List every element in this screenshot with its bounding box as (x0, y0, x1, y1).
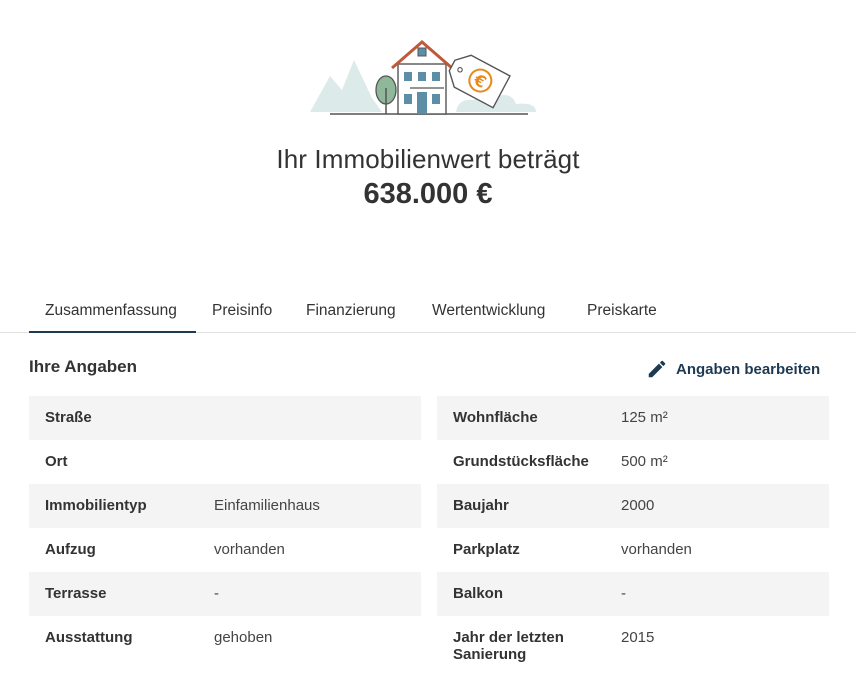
hill-shape (310, 60, 382, 112)
tab-wertentwicklung[interactable]: Wertentwicklung (432, 288, 545, 333)
valuation-title: Ihr Immobilienwert beträgt (276, 144, 580, 174)
detail-label: Baujahr (453, 497, 509, 514)
table-row: Immobilientyp Einfamilienhaus (29, 484, 421, 528)
detail-value: vorhanden (621, 541, 692, 558)
table-row: Baujahr 2000 (437, 484, 829, 528)
house-illustration: € (310, 40, 536, 115)
detail-label: Terrasse (45, 585, 107, 602)
detail-label: Ort (45, 453, 68, 470)
detail-value: 125 m² (621, 409, 668, 426)
section-title: Ihre Angaben (29, 357, 137, 376)
detail-label: Jahr der letzten Sanierung (453, 629, 564, 663)
table-row: Ausstattung gehoben (29, 616, 421, 672)
detail-label: Grundstücksfläche (453, 453, 589, 470)
detail-label: Parkplatz (453, 541, 520, 558)
table-row: Wohnfläche 125 m² (437, 396, 829, 440)
table-row: Grundstücksfläche 500 m² (437, 440, 829, 484)
detail-value: 2015 (621, 629, 655, 646)
table-row: Parkplatz vorhanden (437, 528, 829, 572)
detail-value: 500 m² (621, 453, 668, 470)
detail-label: Ausstattung (45, 629, 133, 646)
details-table-right: Wohnfläche 125 m² Grundstücksfläche 500 … (437, 396, 829, 672)
tab-preisinfo[interactable]: Preisinfo (212, 288, 272, 333)
table-row: Ort (29, 440, 421, 484)
detail-value: gehoben (214, 629, 273, 646)
table-row: Balkon - (437, 572, 829, 616)
tab-preiskarte[interactable]: Preiskarte (587, 288, 657, 333)
table-row: Terrasse - (29, 572, 421, 616)
details-table-left: Straße Ort Immobilientyp Einfamilienhaus… (29, 396, 421, 672)
tab-bar: Zusammenfassung Preisinfo Finanzierung W… (0, 288, 856, 333)
detail-value: - (621, 585, 626, 602)
detail-label: Wohnfläche (453, 409, 538, 426)
table-row: Aufzug vorhanden (29, 528, 421, 572)
valuation-amount: 638.000 € (363, 178, 493, 210)
house-icon (391, 40, 453, 115)
valuation-hero: € Ihr Immobilienwert beträgt 638.000 € (0, 0, 856, 240)
table-row: Straße (29, 396, 421, 440)
detail-label: Aufzug (45, 541, 96, 558)
detail-value: 2000 (621, 497, 655, 514)
tab-finanzierung[interactable]: Finanzierung (306, 288, 396, 333)
edit-details-button[interactable]: Angaben bearbeiten (646, 356, 820, 382)
pencil-icon (648, 360, 666, 378)
tab-zusammenfassung[interactable]: Zusammenfassung (29, 288, 196, 333)
detail-label: Straße (45, 409, 92, 426)
detail-value: vorhanden (214, 541, 285, 558)
detail-label: Immobilientyp (45, 497, 147, 514)
table-row: Jahr der letzten Sanierung 2015 (437, 616, 829, 672)
detail-label: Balkon (453, 585, 504, 602)
edit-details-label: Angaben bearbeiten (676, 360, 821, 378)
detail-value: - (214, 585, 219, 602)
detail-value: Einfamilienhaus (214, 497, 320, 514)
